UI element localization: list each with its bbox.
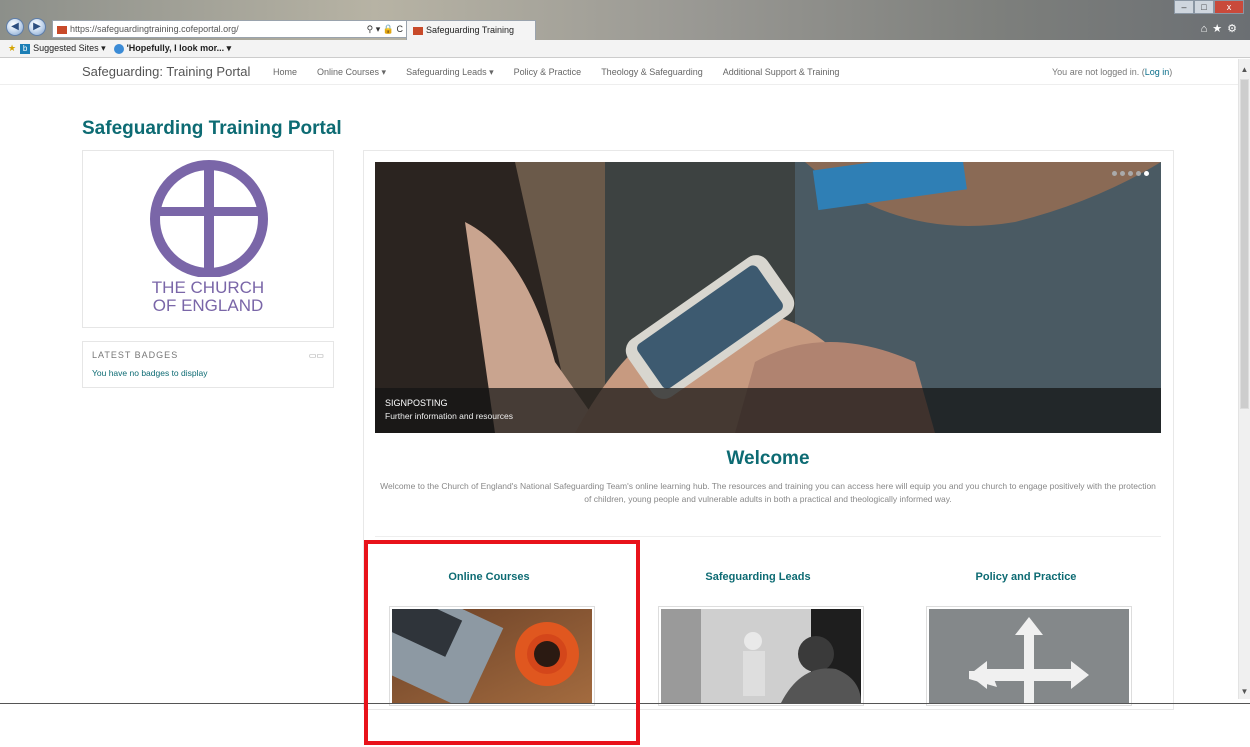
menu-online-courses[interactable]: Online Courses ▾ — [317, 67, 386, 78]
bing-icon: b — [20, 43, 31, 54]
policy-practice-image[interactable] — [926, 606, 1132, 706]
login-suffix: ) — [1169, 67, 1173, 77]
page-scrollbar[interactable]: ▲ ▼ — [1238, 59, 1250, 699]
favorites-star-icon[interactable]: ★ — [1212, 23, 1227, 35]
hero-slider[interactable]: SIGNPOSTING Further information and reso… — [375, 162, 1161, 433]
address-url: https://safeguardingtraining.cofeportal.… — [70, 24, 239, 34]
badges-message: You have no badges to display — [92, 368, 208, 378]
home-icon[interactable]: ⌂ — [1201, 23, 1213, 35]
login-prefix: You are not logged in. ( — [1052, 67, 1145, 77]
favorites-bar: ★ b Suggested Sites ▾ 'Hopefully, I look mo… — [0, 40, 1250, 58]
address-bar[interactable]: https://safeguardingtraining.cofeportal.… — [52, 20, 408, 38]
church-logo-block: THE CHURCH OF ENGLAND — [82, 150, 334, 328]
scroll-thumb[interactable] — [1240, 79, 1249, 409]
hero-caption-subtitle: Further information and resources — [385, 411, 514, 421]
badges-header: LATEST BADGES — [92, 350, 179, 360]
menu-additional-support[interactable]: Additional Support & Training — [723, 67, 840, 78]
column-title-policy-practice[interactable]: Policy and Practice — [911, 571, 1141, 583]
site-menu: Home Online Courses ▾ Safeguarding Leads… — [273, 67, 859, 78]
road-arrows-image — [929, 609, 1129, 703]
browser-tab[interactable]: Safeguarding Training Portal× — [406, 20, 536, 53]
scroll-up-icon[interactable]: ▲ — [1240, 65, 1249, 75]
slider-dot[interactable] — [1136, 171, 1141, 176]
block-controls-icon[interactable]: ▭▭ — [309, 351, 324, 360]
slider-dot[interactable] — [1120, 171, 1125, 176]
back-icon[interactable]: ◀ — [6, 18, 24, 36]
scroll-down-icon[interactable]: ▼ — [1240, 687, 1249, 697]
section-divider — [375, 536, 1161, 537]
address-tools[interactable]: ⚲ ▾ 🔒 C — [367, 21, 403, 37]
site-brand[interactable]: Safeguarding: Training Portal — [82, 64, 250, 79]
ie-page-icon — [113, 43, 124, 54]
close-window-button[interactable]: x — [1214, 0, 1244, 14]
menu-home[interactable]: Home — [273, 67, 297, 78]
browser-titlebar: ◀ ▶ https://safeguardingtraining.cofepor… — [0, 0, 1250, 53]
favorite-item[interactable]: 'Hopefully, I look mor... ▾ — [127, 43, 232, 53]
maximize-button[interactable]: □ — [1194, 0, 1214, 14]
browser-right-icons: ⌂★⚙ — [1201, 22, 1242, 35]
window-controls: – □ x — [1174, 0, 1244, 14]
settings-gear-icon[interactable]: ⚙ — [1227, 23, 1242, 35]
hero-caption-title: SIGNPOSTING — [385, 398, 448, 408]
site-navbar: Safeguarding: Training Portal Home Onlin… — [0, 59, 1238, 85]
favorites-icon[interactable]: ★ — [8, 43, 16, 53]
latest-badges-block: LATEST BADGES ▭▭ You have no badges to d… — [82, 341, 334, 388]
login-status: You are not logged in. (Log in) — [1052, 67, 1172, 77]
logo-line-1: THE CHURCH — [151, 278, 265, 297]
forward-icon[interactable]: ▶ — [28, 18, 46, 36]
menu-theology-safeguarding[interactable]: Theology & Safeguarding — [601, 67, 703, 78]
slider-dot-active[interactable] — [1144, 171, 1149, 176]
slider-dot[interactable] — [1128, 171, 1133, 176]
page-title: Safeguarding Training Portal — [82, 118, 342, 139]
logo-line-2: OF ENGLAND — [152, 296, 264, 315]
welcome-text: Welcome to the Church of England's Natio… — [380, 481, 1156, 504]
slider-dot[interactable] — [1112, 171, 1117, 176]
site-favicon — [57, 25, 67, 34]
hero-caption: SIGNPOSTING Further information and reso… — [375, 388, 1161, 433]
safeguarding-leads-image[interactable] — [658, 606, 864, 706]
meeting-people-image — [661, 609, 861, 703]
welcome-heading: Welcome — [726, 448, 810, 469]
menu-safeguarding-leads[interactable]: Safeguarding Leads ▾ — [406, 67, 494, 78]
login-link[interactable]: Log in — [1145, 67, 1170, 77]
suggested-sites[interactable]: Suggested Sites ▾ — [33, 43, 106, 53]
column-title-safeguarding-leads[interactable]: Safeguarding Leads — [643, 571, 873, 583]
menu-policy-practice[interactable]: Policy & Practice — [514, 67, 582, 78]
tab-favicon — [413, 26, 423, 35]
slider-dots — [1112, 171, 1149, 176]
church-of-england-logo-icon — [150, 160, 268, 277]
highlight-annotation-box — [364, 540, 640, 745]
minimize-button[interactable]: – — [1174, 0, 1194, 14]
